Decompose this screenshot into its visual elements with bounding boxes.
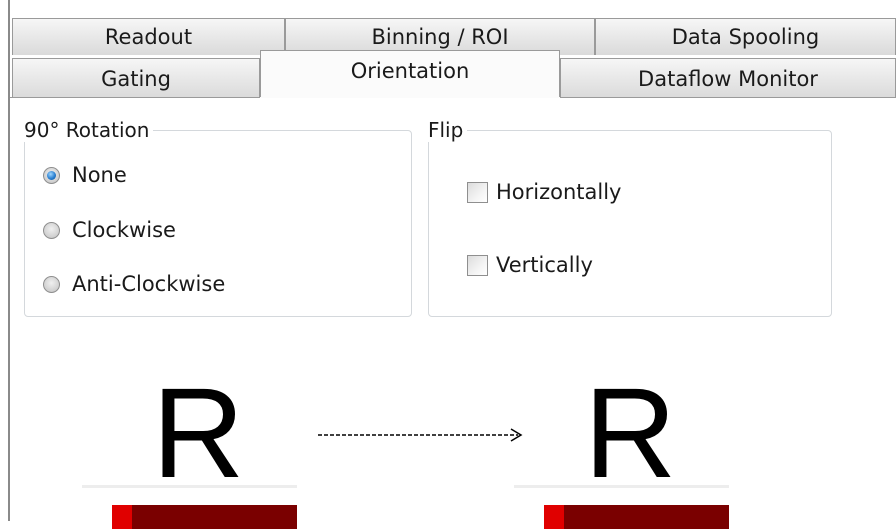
active-tab-joint — [260, 97, 560, 98]
tab-data-spooling[interactable]: Data Spooling — [595, 18, 896, 55]
rotation-option-label: None — [72, 163, 127, 187]
flip-option-label: Vertically — [496, 253, 593, 277]
flip-option-label: Horizontally — [496, 180, 622, 204]
preview-result-bar — [544, 505, 729, 529]
radio-unselected-icon[interactable] — [43, 221, 60, 239]
tab-readout[interactable]: Readout — [12, 18, 285, 55]
radio-unselected-icon[interactable] — [43, 275, 60, 293]
transform-arrow-icon — [318, 428, 523, 442]
tab-orientation[interactable]: Orientation — [260, 50, 560, 98]
tab-gating[interactable]: Gating — [12, 58, 260, 98]
preview-result-bar-marker — [544, 505, 564, 529]
preview-source-bar-marker — [112, 505, 132, 529]
rotation-option-label: Clockwise — [72, 218, 176, 242]
preview-result-letter: R — [584, 362, 677, 505]
preview-source-bar — [112, 505, 297, 529]
rotation-option-anti-clockwise[interactable]: Anti-Clockwise — [43, 272, 225, 296]
flip-group: Flip — [428, 118, 832, 317]
flip-vertically-option[interactable]: Vertically — [467, 253, 593, 277]
flip-horizontally-option[interactable]: Horizontally — [467, 180, 622, 204]
rotation-option-clockwise[interactable]: Clockwise — [43, 218, 176, 242]
checkbox-unchecked-icon[interactable] — [467, 254, 488, 276]
checkbox-unchecked-icon[interactable] — [467, 181, 488, 203]
window-left-border — [8, 0, 10, 521]
flip-group-title: Flip — [428, 118, 464, 142]
preview-result-shadow — [514, 485, 729, 488]
preview-source-letter: R — [152, 362, 245, 505]
tab-dataflow-monitor[interactable]: Dataflow Monitor — [560, 58, 896, 98]
rotation-group-title: 90° Rotation — [24, 118, 150, 142]
radio-selected-icon[interactable] — [43, 166, 60, 184]
preview-source-shadow — [82, 485, 297, 488]
rotation-option-none[interactable]: None — [43, 163, 127, 187]
rotation-option-label: Anti-Clockwise — [72, 272, 226, 296]
